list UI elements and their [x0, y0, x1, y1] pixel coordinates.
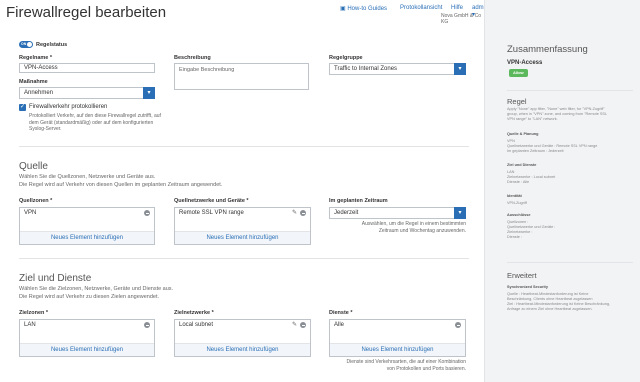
destination-zones-label: Zielzonen *: [19, 310, 49, 316]
schedule-label: Im geplanten Zeitraum: [329, 198, 388, 204]
source-networks-label: Quellnetzwerke und Geräte *: [174, 198, 249, 204]
dest-services-text: LAN Zielnetzwerke : Local subnet Dienste…: [507, 170, 556, 184]
log-traffic-checkbox[interactable]: ✓: [19, 104, 26, 111]
schedule-select[interactable]: Jederzeit ▾: [329, 207, 466, 219]
dest-services-heading: Ziel und Dienste: [507, 163, 537, 167]
source-networks-list: Remote SSL VPN range ✎ Neues Element hin…: [174, 207, 311, 245]
page-title: Firewallregel bearbeiten: [6, 4, 167, 21]
source-schedule-text: VPN Quellnetzwerke und Geräte : Remote S…: [507, 139, 598, 153]
action-select[interactable]: Annehmen ▾: [19, 87, 155, 99]
divider: [19, 258, 469, 259]
services-help: Dienste sind Verkehrsarten, die auf eine…: [346, 359, 466, 372]
add-source-network-button[interactable]: Neues Element hinzufügen: [175, 231, 310, 244]
source-schedule-heading: Quelle & Planung: [507, 132, 539, 136]
chevron-down-icon: ▾: [454, 207, 466, 219]
summary-title: Zusammenfassung: [507, 44, 588, 55]
log-traffic-label: Firewallverkehr protokollieren: [29, 104, 108, 110]
list-item: Alle: [334, 322, 345, 328]
action-value: Annehmen: [24, 90, 54, 96]
advanced-heading: Erweitert: [507, 271, 537, 280]
add-source-zone-button[interactable]: Neues Element hinzufügen: [20, 231, 154, 244]
add-destination-network-button[interactable]: Neues Element hinzufügen: [175, 343, 310, 356]
rule-group-label: Regelgruppe: [329, 55, 363, 61]
remove-icon[interactable]: [300, 210, 306, 216]
destination-section-title: Ziel und Dienste: [19, 273, 92, 284]
add-service-button[interactable]: Neues Element hinzufügen: [330, 343, 465, 356]
rule-group-select[interactable]: Traffic to Internal Zones ▾: [329, 63, 466, 75]
services-list: Alle Neues Element hinzufügen: [329, 319, 466, 357]
toggle-knob: [27, 42, 32, 47]
summary-sidebar: Zusammenfassung VPN-Access Allow Regel A…: [484, 0, 640, 382]
rule-group-value: Traffic to Internal Zones: [334, 66, 398, 72]
summary-rule-name: VPN-Access: [507, 60, 543, 66]
source-zones-list: VPN Neues Element hinzufügen: [19, 207, 155, 245]
exclusions-heading: Ausschlüsse: [507, 213, 531, 217]
destination-networks-label: Zielnetzwerke *: [174, 310, 214, 316]
rule-status-toggle[interactable]: ON: [19, 41, 33, 48]
list-item: Remote SSL VPN range: [179, 210, 244, 216]
divider: [507, 90, 633, 91]
sync-security-text: Quelle : Heartbeat-Mindestanforderung is…: [507, 292, 610, 311]
remove-icon[interactable]: [144, 210, 150, 216]
list-item: Local subnet: [179, 322, 214, 328]
company-name: Nova GmbH & Co KG: [441, 13, 482, 25]
main-panel: Firewallregel bearbeiten ▣ How-to Guides…: [0, 0, 488, 382]
remove-icon[interactable]: [300, 322, 306, 328]
add-destination-zone-button[interactable]: Neues Element hinzufügen: [20, 343, 154, 356]
description-label: Beschreibung: [174, 55, 211, 61]
services-label: Dienste *: [329, 310, 353, 316]
destination-zones-list: LAN Neues Element hinzufügen: [19, 319, 155, 357]
chevron-down-icon: ▾: [143, 87, 155, 99]
schedule-value: Jederzeit: [334, 210, 359, 216]
sync-security-heading: Synchronized Security: [507, 285, 548, 289]
toggle-state: ON: [21, 42, 27, 46]
rule-heading: Regel: [507, 97, 527, 106]
log-traffic-help: Protokolliert Verkehr, auf den diese Fir…: [29, 113, 161, 132]
how-to-guides-link[interactable]: ▣ How-to Guides: [340, 5, 387, 12]
remove-icon[interactable]: [144, 322, 150, 328]
rule-status-label: Regelstatus: [36, 42, 68, 48]
divider: [507, 262, 633, 263]
remove-icon[interactable]: [455, 322, 461, 328]
pencil-icon[interactable]: ✎: [292, 209, 297, 216]
schedule-help: Auswählen, um die Regel in einem bestimm…: [361, 221, 466, 234]
action-label: Maßnahme: [19, 79, 48, 85]
divider: [19, 146, 469, 147]
source-section-desc: Wählen Sie die Quellzonen, Netzwerke und…: [19, 174, 223, 188]
help-link[interactable]: Hilfe: [451, 5, 463, 11]
identity-text: VPN-Zugriff: [507, 201, 527, 205]
rule-summary-text: Apply "None" app filter, "None" web filt…: [507, 107, 608, 121]
chevron-down-icon: ▾: [454, 63, 466, 75]
rule-name-label: Regelname *: [19, 55, 53, 61]
identity-heading: Identität: [507, 194, 522, 198]
description-textarea[interactable]: Eingabe Beschreibung: [174, 63, 309, 90]
status-badge: Allow: [509, 69, 528, 77]
source-section-title: Quelle: [19, 161, 48, 172]
log-viewer-link[interactable]: Protokollansicht: [400, 5, 442, 11]
destination-section-desc: Wählen Sie die Zielzonen, Netzwerke, Ger…: [19, 286, 174, 300]
destination-networks-list: Local subnet ✎ Neues Element hinzufügen: [174, 319, 311, 357]
rule-name-input[interactable]: VPN-Access: [19, 63, 155, 73]
exclusions-text: Quellzonen : Quellnetzwerke und Geräte :…: [507, 220, 556, 239]
list-item: VPN: [24, 210, 37, 216]
pencil-icon[interactable]: ✎: [292, 321, 297, 328]
source-zones-label: Quellzonen *: [19, 198, 53, 204]
list-item: LAN: [24, 322, 36, 328]
